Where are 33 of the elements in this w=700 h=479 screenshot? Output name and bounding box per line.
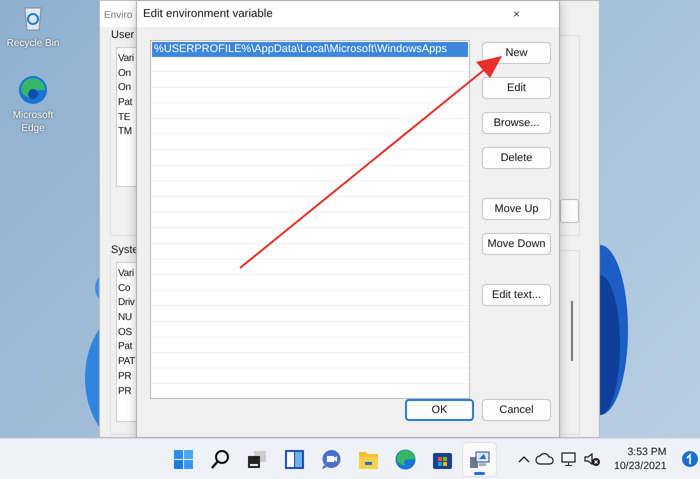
- list-row[interactable]: Vari: [117, 267, 134, 282]
- list-row[interactable]: On: [117, 81, 131, 96]
- list-row[interactable]: Vari: [117, 52, 134, 67]
- close-button[interactable]: ×: [482, 2, 551, 25]
- list-row[interactable]: PR: [117, 370, 132, 384]
- dialog-button[interactable]: New: [482, 42, 551, 64]
- ok-button[interactable]: OK: [405, 398, 474, 421]
- list-row[interactable]: PR: [117, 384, 132, 400]
- clock-time: 3:53 PM: [627, 445, 667, 459]
- clock[interactable]: 3:53 PM 10/23/2021: [614, 445, 667, 473]
- list-row[interactable]: PAT: [117, 355, 136, 370]
- list-row[interactable]: %USERPROFILE%\AppData\Local\Microsoft\WindowsApps: [152, 42, 468, 58]
- dialog-button[interactable]: Move Up: [482, 198, 551, 220]
- list-row[interactable]: TE: [117, 110, 130, 126]
- dialog-button[interactable]: Browse...: [482, 112, 551, 134]
- dialog-button[interactable]: Edit: [482, 76, 551, 99]
- list-row[interactable]: Pat: [117, 96, 132, 111]
- path-list[interactable]: %USERPROFILE%\AppData\Local\Microsoft\WindowsApps: [150, 40, 470, 399]
- clock-date: 10/23/2021: [614, 459, 667, 473]
- window-title: Enviro: [104, 10, 132, 21]
- list-row[interactable]: OS: [117, 326, 132, 340]
- list-row[interactable]: On: [117, 66, 131, 82]
- cancel-button[interactable]: Cancel: [482, 398, 551, 421]
- dialog-button[interactable]: Move Down: [482, 232, 551, 255]
- dialog-button[interactable]: Delete: [482, 146, 551, 169]
- list-row[interactable]: NU: [117, 311, 132, 326]
- list-row[interactable]: TM: [117, 125, 132, 140]
- group-label: User: [111, 29, 137, 41]
- list-row[interactable]: Pat: [117, 340, 132, 356]
- list-row[interactable]: Co: [117, 282, 130, 296]
- dialog-title: Edit environment variable: [143, 8, 273, 20]
- list-row[interactable]: Driv: [117, 296, 135, 312]
- dialog-button[interactable]: Edit text...: [482, 284, 551, 306]
